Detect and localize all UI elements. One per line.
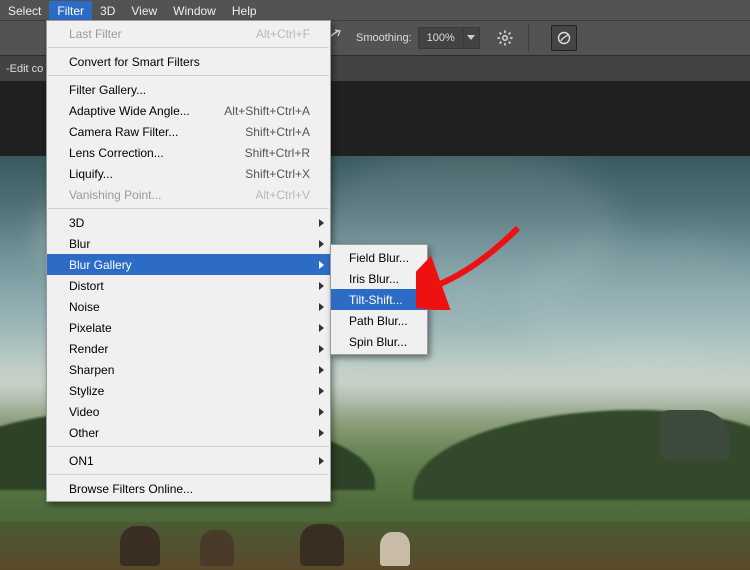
menuitem-path-blur[interactable]: Path Blur... (331, 310, 427, 331)
menuitem-camera-raw-filter[interactable]: Camera Raw Filter... Shift+Ctrl+A (47, 121, 330, 142)
chevron-right-icon (319, 219, 324, 227)
menuitem-video[interactable]: Video (47, 401, 330, 422)
chevron-right-icon (319, 282, 324, 290)
chevron-right-icon (319, 457, 324, 465)
chevron-right-icon (319, 408, 324, 416)
separator (48, 474, 329, 475)
smoothing-value: 100% (419, 32, 463, 44)
menuitem-field-blur[interactable]: Field Blur... (331, 247, 427, 268)
separator (48, 446, 329, 447)
chevron-right-icon (319, 345, 324, 353)
symmetry-icon[interactable] (551, 25, 577, 51)
menuitem-on1[interactable]: ON1 (47, 450, 330, 471)
menuitem-tilt-shift[interactable]: Tilt-Shift... (331, 289, 427, 310)
menuitem-iris-blur[interactable]: Iris Blur... (331, 268, 427, 289)
menu-filter[interactable]: Filter (49, 1, 92, 20)
menuitem-noise[interactable]: Noise (47, 296, 330, 317)
gear-icon[interactable] (492, 25, 518, 51)
blur-gallery-submenu: Field Blur... Iris Blur... Tilt-Shift...… (330, 244, 428, 355)
menuitem-vanishing-point[interactable]: Vanishing Point... Alt+Ctrl+V (47, 184, 330, 205)
menuitem-blur[interactable]: Blur (47, 233, 330, 254)
menuitem-other[interactable]: Other (47, 422, 330, 443)
menuitem-pixelate[interactable]: Pixelate (47, 317, 330, 338)
smoothing-label: Smoothing: (356, 32, 412, 44)
menuitem-liquify[interactable]: Liquify... Shift+Ctrl+X (47, 163, 330, 184)
menuitem-spin-blur[interactable]: Spin Blur... (331, 331, 427, 352)
menuitem-stylize[interactable]: Stylize (47, 380, 330, 401)
menuitem-last-filter[interactable]: Last Filter Alt+Ctrl+F (47, 23, 330, 44)
smoothing-field[interactable]: 100% (418, 27, 480, 49)
menuitem-3d[interactable]: 3D (47, 212, 330, 233)
menuitem-browse-filters-online[interactable]: Browse Filters Online... (47, 478, 330, 499)
menuitem-distort[interactable]: Distort (47, 275, 330, 296)
menuitem-convert-smart-filters[interactable]: Convert for Smart Filters (47, 51, 330, 72)
chevron-right-icon (319, 324, 324, 332)
separator (48, 75, 329, 76)
filter-dropdown-menu: Last Filter Alt+Ctrl+F Convert for Smart… (46, 20, 331, 502)
separator (48, 47, 329, 48)
menu-select[interactable]: Select (0, 1, 49, 20)
chevron-right-icon (319, 387, 324, 395)
menuitem-lens-correction[interactable]: Lens Correction... Shift+Ctrl+R (47, 142, 330, 163)
chevron-right-icon (319, 303, 324, 311)
chevron-right-icon (319, 429, 324, 437)
menuitem-sharpen[interactable]: Sharpen (47, 359, 330, 380)
divider (528, 24, 529, 52)
menuitem-adaptive-wide-angle[interactable]: Adaptive Wide Angle... Alt+Shift+Ctrl+A (47, 100, 330, 121)
chevron-right-icon (319, 366, 324, 374)
menu-3d[interactable]: 3D (92, 1, 123, 20)
chevron-right-icon (319, 261, 324, 269)
menu-help[interactable]: Help (224, 1, 265, 20)
doc-tab-fragment[interactable]: -Edit co (6, 63, 43, 75)
menu-window[interactable]: Window (165, 1, 224, 20)
menubar: Select Filter 3D View Window Help (0, 0, 750, 20)
chevron-down-icon[interactable] (463, 28, 479, 48)
separator (48, 208, 329, 209)
menu-view[interactable]: View (123, 1, 165, 20)
menuitem-blur-gallery[interactable]: Blur Gallery (47, 254, 330, 275)
menuitem-filter-gallery[interactable]: Filter Gallery... (47, 79, 330, 100)
chevron-right-icon (319, 240, 324, 248)
menuitem-render[interactable]: Render (47, 338, 330, 359)
